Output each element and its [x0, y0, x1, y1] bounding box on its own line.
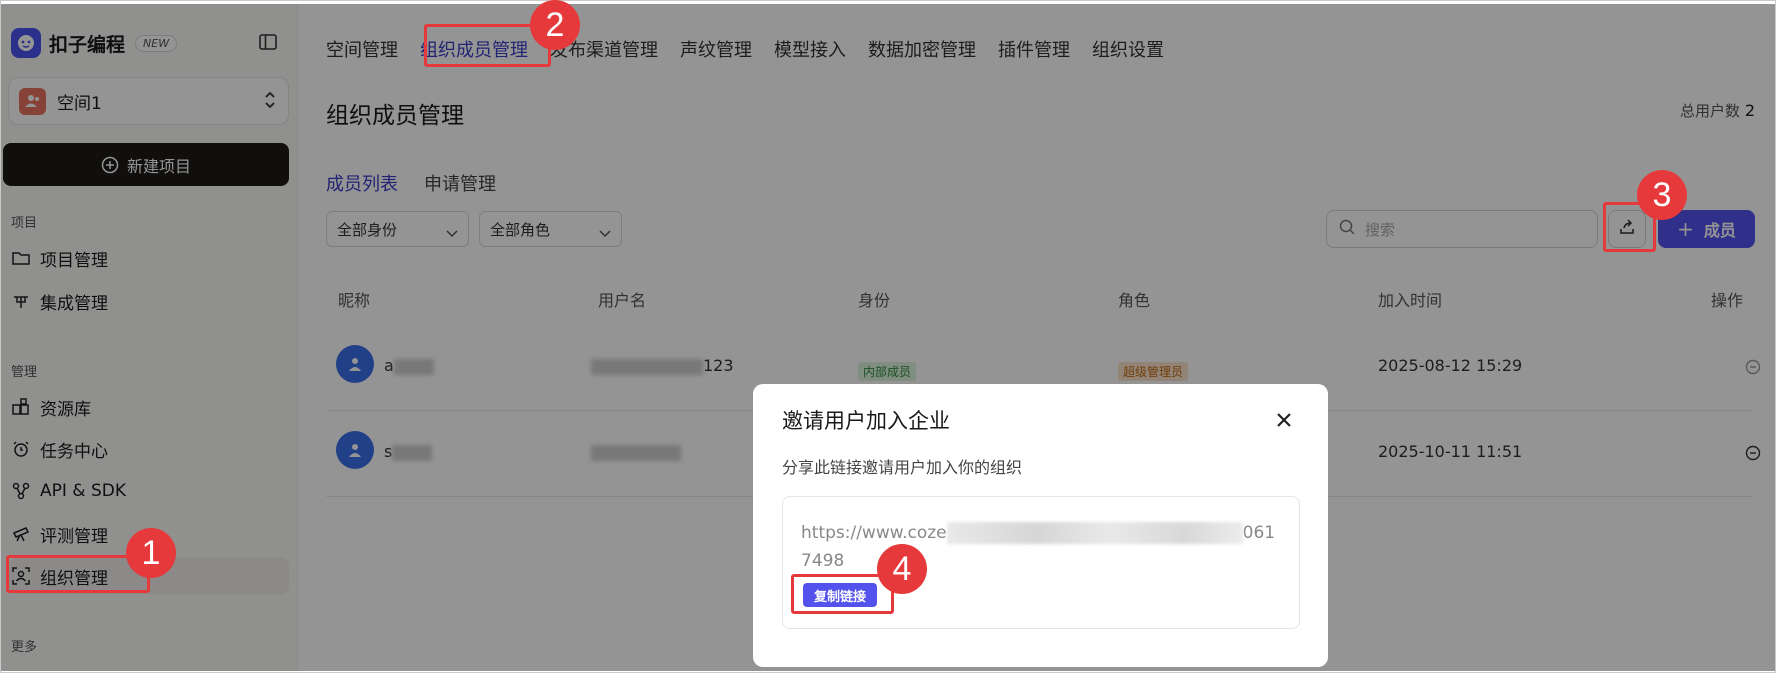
modal-description: 分享此链接邀请用户加入你的组织 — [782, 458, 1023, 477]
invite-link[interactable]: https://www.coze 0617498 — [801, 519, 1283, 575]
modal-title: 邀请用户加入企业 — [782, 409, 950, 433]
annotation-highlight-copy-link — [791, 574, 894, 614]
invite-modal: 邀请用户加入企业 分享此链接邀请用户加入你的组织 https://www.coz… — [753, 384, 1328, 667]
invite-link-start: https://www.coze — [801, 523, 947, 543]
redacted-text — [946, 522, 1243, 544]
annotation-number-2: 2 — [530, 0, 580, 50]
close-icon[interactable] — [1274, 410, 1294, 430]
annotation-number-1: 1 — [126, 528, 176, 578]
annotation-number-3: 3 — [1637, 170, 1687, 220]
annotation-number-4: 4 — [877, 544, 927, 594]
